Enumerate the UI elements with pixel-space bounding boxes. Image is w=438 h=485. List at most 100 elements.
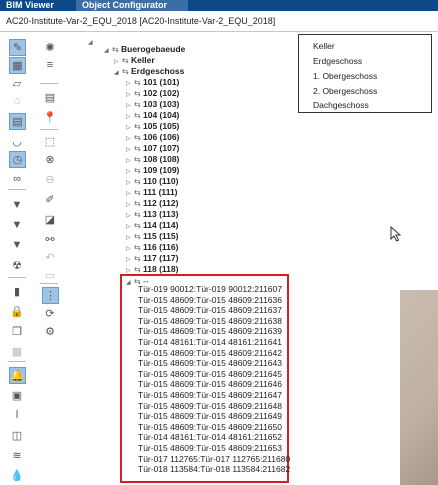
image-icon[interactable]: ▣ [9, 387, 25, 403]
pencil-icon[interactable]: ✎ [9, 39, 26, 56]
storey-legend: Keller Erdgeschoss 1. Obergeschoss 2. Ob… [298, 34, 432, 113]
tree-node-room[interactable]: ▷ ⇆ 103 (103) [126, 99, 179, 110]
model-title-bar: AC20-Institute-Var-2_EQU_2018 [AC20-Inst… [0, 11, 438, 32]
filter-l-icon[interactable]: ▼ [9, 237, 25, 253]
tree-node-door[interactable]: Tür-014 48161:Tür-014 48161:211652 [138, 432, 282, 442]
tree-node-door[interactable]: Tür-015 48609:Tür-015 48609:211636 [138, 295, 282, 305]
tree-node-door[interactable]: Tür-015 48609:Tür-015 48609:211645 [138, 369, 282, 379]
tree-node-label: 112 (112) [143, 198, 179, 208]
grid-icon[interactable]: ▦ [9, 57, 26, 74]
model-title: AC20-Institute-Var-2_EQU_2018 [AC20-Inst… [6, 16, 276, 26]
tree-node-room[interactable]: ▷ ⇆ 102 (102) [126, 88, 179, 99]
room-icon: ⇆ [134, 232, 141, 241]
brush-icon[interactable]: ✐ [42, 191, 58, 207]
radiation-icon[interactable]: ☢ [9, 257, 25, 273]
tree-node-level-erdgeschoss[interactable]: ◢ ⇆ Erdgeschoss [114, 66, 184, 77]
tab-object-configurator[interactable]: Object Configurator [76, 0, 188, 11]
tree-node-door[interactable]: Tür-019 90012:Tür-019 90012:211607 [138, 284, 282, 294]
tree-node-room[interactable]: ▷ ⇆ 114 (114) [126, 220, 178, 231]
document-icon[interactable]: ▤ [9, 113, 26, 130]
tree-node-level-keller[interactable]: ▷ ⇆ Keller [114, 55, 155, 66]
toolbar-tree: ✺ ≡ ▤ 📍 ⬚ ⊗ ⊖ ✐ ◪ ⚯ ↶ ▭ ⋮ ⟳ ⚙ [38, 33, 62, 485]
filter-2-icon[interactable]: ▼ [9, 217, 25, 233]
tree-node-room[interactable]: ▷ ⇆ 109 (109) [126, 165, 179, 176]
tree-node-label: Erdgeschoss [131, 66, 185, 76]
tab-bim-viewer[interactable]: BIM Viewer [0, 0, 64, 11]
tree-node-room[interactable]: ▷ ⇆ 106 (106) [126, 132, 179, 143]
tree-node-door[interactable]: Tür-017 112765:Tür-017 112765:211680 [138, 454, 290, 464]
refresh-icon[interactable]: ⟳ [42, 305, 58, 321]
tree-node-room[interactable]: ▷ ⇆ 101 (101) [126, 77, 179, 88]
chart-icon[interactable]: ▮ [9, 283, 25, 299]
tree-node-door[interactable]: Tür-018 113584:Tür-018 113584:211682 [138, 464, 290, 474]
tree-node-door[interactable]: Tür-014 48161:Tür-014 48161:211641 [138, 337, 282, 347]
collapse-icon: ◢ [114, 70, 119, 76]
tree-node-door[interactable]: Tür-015 48609:Tür-015 48609:211647 [138, 390, 282, 400]
drops-icon[interactable]: 💧 [9, 467, 25, 483]
connect-icon[interactable]: ⚯ [42, 231, 58, 247]
cursor-select-icon[interactable]: ⬚ [42, 133, 58, 149]
tree-node-door[interactable]: Tür-015 48609:Tür-015 48609:211649 [138, 411, 282, 421]
cancel-icon[interactable]: ⊗ [42, 151, 58, 167]
split-icon[interactable]: ◫ [9, 427, 25, 443]
tree-node-label: 118 (118) [143, 264, 179, 274]
tree-node-room[interactable]: ▷ ⇆ 104 (104) [126, 110, 179, 121]
tree-node-door[interactable]: Tür-015 48609:Tür-015 48609:211638 [138, 316, 282, 326]
bell-icon[interactable]: 🔔 [9, 367, 26, 384]
wifi-icon[interactable]: ◡ [9, 133, 25, 149]
tree-node-room[interactable]: ▷ ⇆ 117 (117) [126, 253, 178, 264]
room-icon: ⇆ [134, 210, 141, 219]
list-icon[interactable]: ≡ [42, 57, 58, 73]
tree-node-door[interactable]: Tür-015 48609:Tür-015 48609:211646 [138, 379, 282, 389]
filter-1-icon[interactable]: ▼ [9, 197, 25, 213]
tree-node-door[interactable]: Tür-015 48609:Tür-015 48609:211643 [138, 358, 282, 368]
tree-node-room[interactable]: ▷ ⇆ 115 (115) [126, 231, 178, 242]
tree-node-room[interactable]: ▷ ⇆ 116 (116) [126, 242, 178, 253]
settings-icon[interactable]: ⚙ [42, 323, 58, 339]
tree-node-room[interactable]: ▷ ⇆ 112 (112) [126, 198, 178, 209]
room-icon: ⇆ [134, 111, 141, 120]
legend-item[interactable]: Keller [313, 41, 335, 51]
copy-icon[interactable]: ❐ [9, 323, 25, 339]
tree-node-room[interactable]: ▷ ⇆ 113 (113) [126, 209, 178, 220]
lightbulb-icon[interactable]: ✺ [42, 39, 58, 55]
tree-node-label: 101 (101) [143, 77, 180, 87]
legend-item[interactable]: 2. Obergeschoss [313, 86, 377, 96]
home-icon[interactable]: ⌂ [9, 93, 25, 109]
tree-node-door[interactable]: Tür-015 48609:Tür-015 48609:211639 [138, 326, 282, 336]
tree-node-room[interactable]: ▷ ⇆ 111 (111) [126, 187, 178, 198]
table-icon[interactable]: ▩ [9, 343, 25, 359]
pin-icon[interactable]: 📍 [42, 109, 58, 125]
map-icon[interactable]: ▤ [42, 89, 58, 105]
legend-item[interactable]: Erdgeschoss [313, 56, 362, 66]
undo-icon[interactable]: ↶ [42, 249, 58, 265]
save-icon[interactable]: ▭ [42, 267, 58, 283]
collapse-icon: ◢ [104, 48, 109, 54]
separator [40, 129, 58, 130]
legend-item[interactable]: 1. Obergeschoss [313, 71, 377, 81]
wind-icon[interactable]: ≋ [9, 447, 25, 463]
layers-icon[interactable]: ▱ [9, 75, 25, 91]
tree-node-room[interactable]: ▷ ⇆ 110 (110) [126, 176, 178, 187]
tree-node-door[interactable]: Tür-015 48609:Tür-015 48609:211653 [138, 443, 282, 453]
tree-node-door[interactable]: Tür-015 48609:Tür-015 48609:211648 [138, 401, 282, 411]
tree-node-room[interactable]: ▷ ⇆ 107 (107) [126, 143, 179, 154]
tree-node-building[interactable]: ◢ ⇆ Buerogebaeude [104, 44, 185, 55]
tree-root-collapse[interactable]: ◢ [88, 36, 96, 47]
3d-wall-surface [400, 290, 438, 485]
tree-node-door[interactable]: Tür-015 48609:Tür-015 48609:211637 [138, 305, 282, 315]
tree-node-door[interactable]: Tür-015 48609:Tür-015 48609:211650 [138, 422, 282, 432]
link-icon[interactable]: ∞ [9, 171, 25, 187]
lock-icon[interactable]: 🔒 [9, 303, 25, 319]
minus-icon[interactable]: ⊖ [42, 171, 58, 187]
room-icon: ⇆ [134, 78, 141, 87]
tree-node-room[interactable]: ▷ ⇆ 108 (108) [126, 154, 179, 165]
tree-node-room[interactable]: ▷ ⇆ 105 (105) [126, 121, 179, 132]
ruler-icon[interactable]: ◪ [42, 211, 58, 227]
clock-icon[interactable]: ◷ [9, 151, 26, 168]
tree-icon[interactable]: ⋮ [42, 287, 59, 304]
room-icon: ⇆ [134, 155, 141, 164]
legend-item[interactable]: Dachgeschoss [313, 100, 369, 110]
tree-node-door[interactable]: Tür-015 48609:Tür-015 48609:211642 [138, 348, 282, 358]
thermometer-icon[interactable]: ǀ [9, 407, 25, 423]
